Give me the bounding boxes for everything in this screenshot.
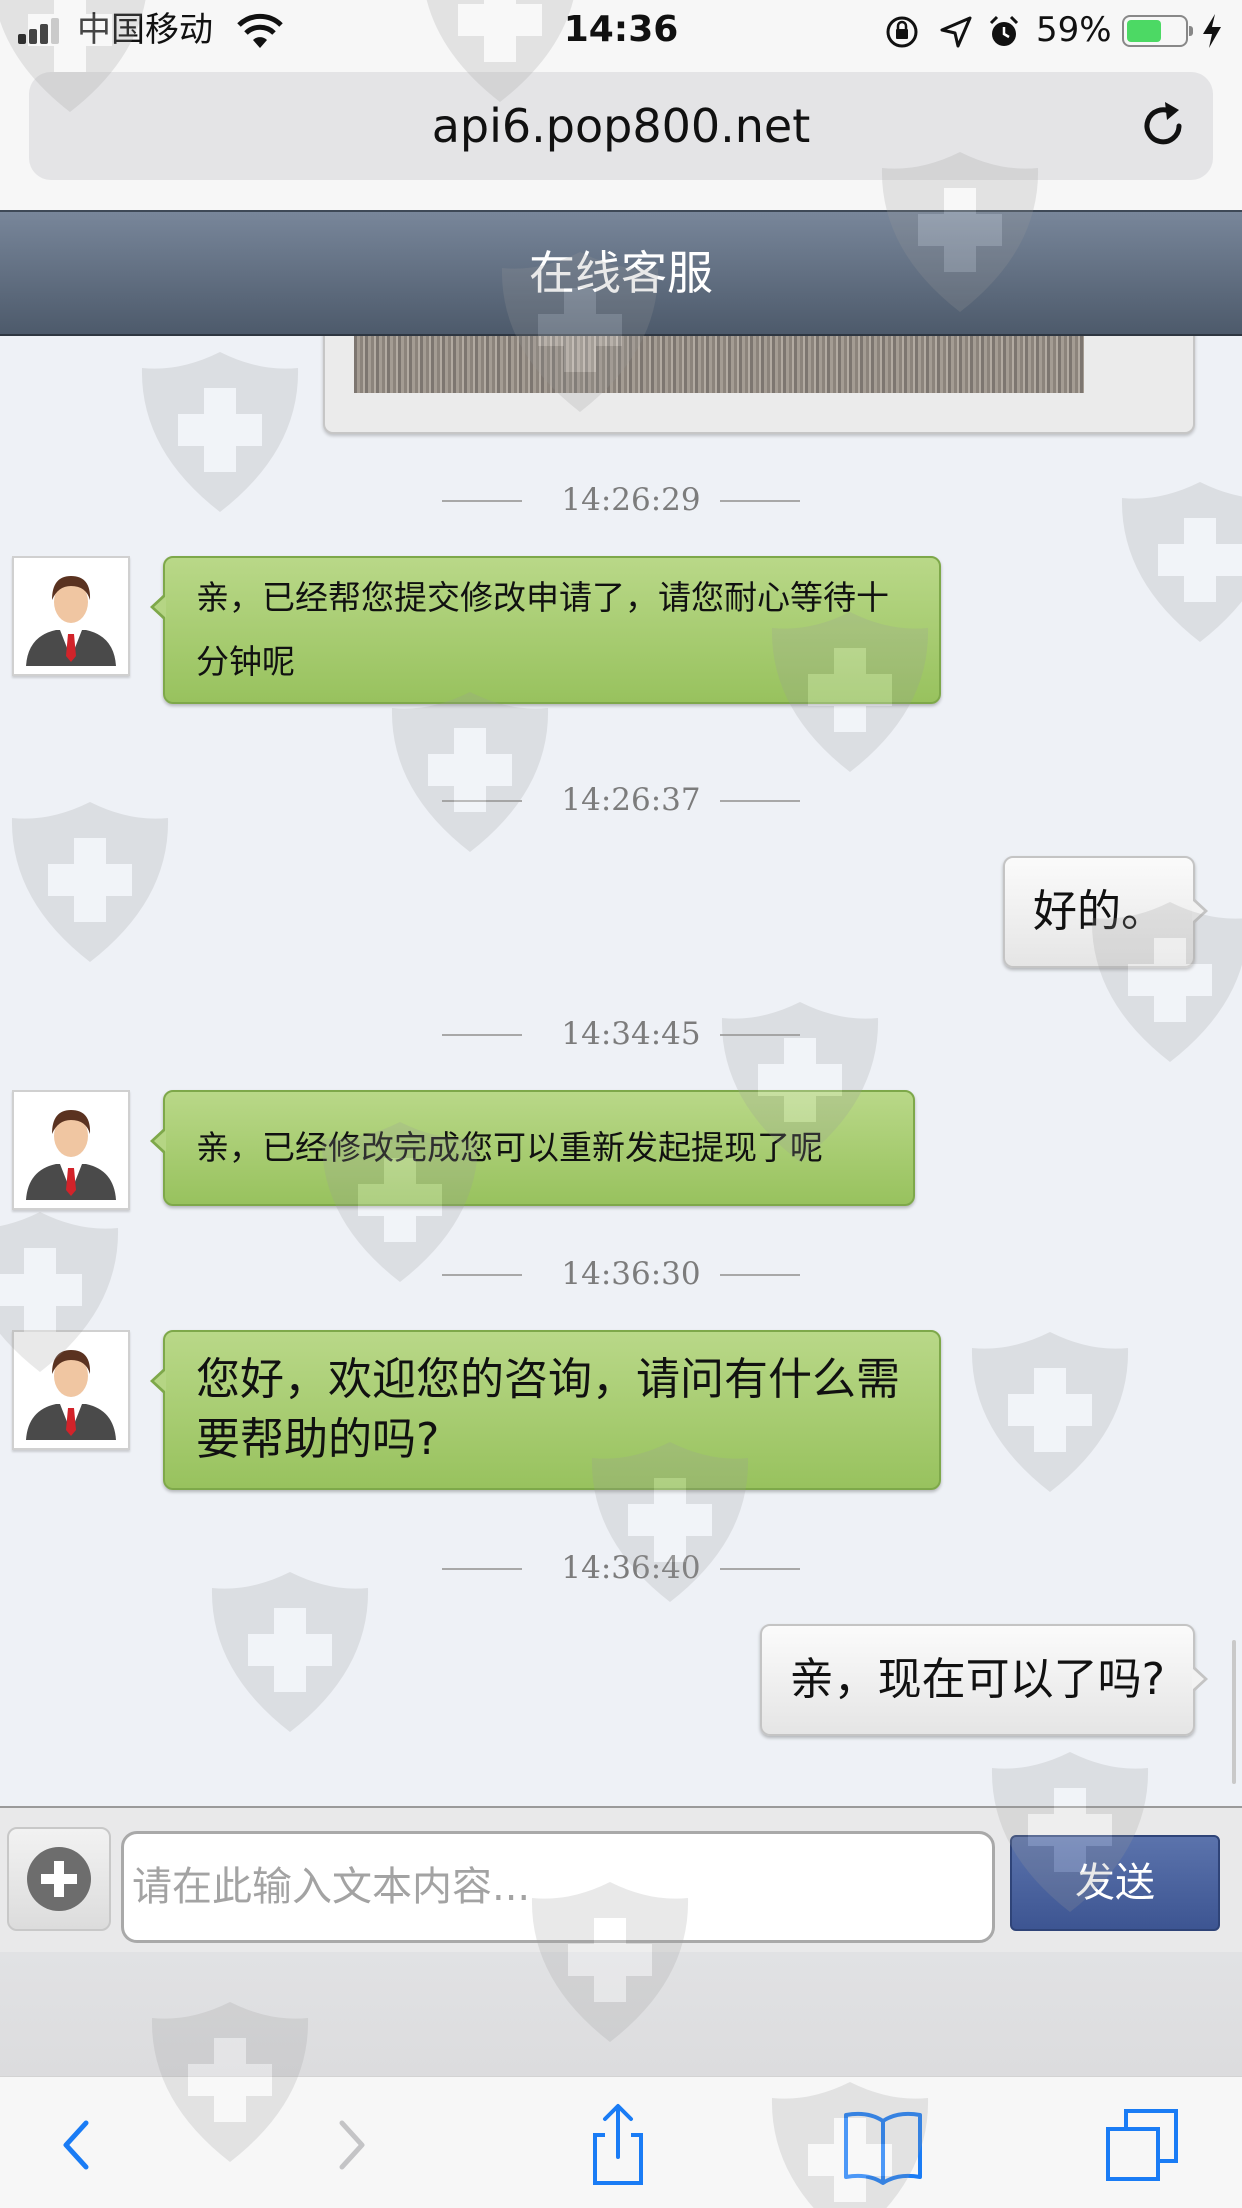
user-message-text: 亲，现在可以了吗?	[789, 1654, 1165, 1705]
browser-address-area: api6.pop800.net	[0, 62, 1242, 210]
tabs-icon	[1106, 2109, 1178, 2181]
agent-avatar-icon	[26, 576, 116, 666]
agent-message-text: 您好，欢迎您的咨询，请问有什么需要帮助的吗?	[196, 1354, 900, 1465]
timestamp-divider: 14:36:30	[0, 1254, 1242, 1294]
chevron-left-icon	[63, 2120, 89, 2170]
agent-message-bubble[interactable]: 您好，欢迎您的咨询，请问有什么需要帮助的吗?	[150, 1330, 941, 1490]
bookmarks-button[interactable]	[838, 2099, 928, 2189]
agent-message-bubble[interactable]: 亲，已经帮您提交修改申请了，请您耐心等待十分钟呢	[150, 556, 941, 704]
back-button[interactable]	[34, 2099, 124, 2189]
agent-message-bubble[interactable]: 亲，已经修改完成您可以重新发起提现了呢	[150, 1090, 915, 1206]
scrollbar[interactable]	[1232, 1640, 1236, 1784]
timestamp-divider: 14:26:29	[0, 480, 1242, 520]
browser-toolbar	[0, 2076, 1242, 2208]
agent-message-text: 亲，已经修改完成您可以重新发起提现了呢	[196, 1128, 823, 1167]
agent-message-text: 亲，已经帮您提交修改申请了，请您耐心等待十分钟呢	[196, 578, 889, 681]
agent-avatar-icon	[26, 1350, 116, 1440]
agent-avatar-icon	[26, 1110, 116, 1200]
location-icon	[940, 16, 972, 48]
battery-icon	[1122, 15, 1193, 47]
timestamp: 14:34:45	[561, 1016, 701, 1052]
send-button[interactable]: 发送	[1010, 1835, 1220, 1931]
message-input-bar: 发送	[0, 1806, 1242, 1952]
status-bar: 中国移动 14:36 59%	[0, 0, 1242, 62]
timestamp-divider: 14:36:40	[0, 1548, 1242, 1588]
page-title: 在线客服	[529, 246, 713, 300]
image-message[interactable]	[323, 336, 1195, 434]
timestamp: 14:26:29	[561, 482, 701, 518]
timestamp: 14:26:37	[561, 782, 701, 818]
agent-avatar	[12, 556, 130, 676]
address-bar[interactable]: api6.pop800.net	[29, 72, 1213, 180]
user-message-text: 好的。	[1033, 886, 1165, 937]
alarm-icon	[989, 15, 1019, 46]
forward-button[interactable]	[308, 2099, 398, 2189]
agent-avatar	[12, 1090, 130, 1210]
page-bottom-area	[0, 1952, 1242, 2076]
image-thumbnail[interactable]	[354, 336, 1084, 393]
reload-icon[interactable]	[1135, 98, 1191, 154]
timestamp-divider: 14:26:37	[0, 780, 1242, 820]
user-message-bubble[interactable]: 好的。	[1003, 856, 1208, 968]
chevron-right-icon	[339, 2120, 365, 2170]
chat-message-list[interactable]: 14:26:29 亲，已经帮您提交修改申请了，请您耐心等待十分钟呢 14:26:…	[0, 336, 1242, 1806]
agent-avatar	[12, 1330, 130, 1450]
timestamp-divider: 14:34:45	[0, 1014, 1242, 1054]
user-message-bubble[interactable]: 亲，现在可以了吗?	[759, 1624, 1209, 1736]
orientation-lock-icon	[886, 16, 918, 48]
share-icon	[593, 2104, 643, 2185]
timestamp: 14:36:40	[561, 1550, 701, 1586]
chat-header: 在线客服	[0, 210, 1242, 336]
attach-button[interactable]	[7, 1827, 111, 1931]
message-input[interactable]	[121, 1831, 995, 1943]
book-icon	[844, 2111, 922, 2185]
timestamp: 14:36:30	[561, 1256, 701, 1292]
battery-percent: 59%	[1036, 10, 1112, 50]
plus-icon	[27, 1847, 91, 1911]
url-text[interactable]: api6.pop800.net	[29, 72, 1213, 180]
tabs-button[interactable]	[1100, 2099, 1190, 2189]
charging-icon	[1203, 14, 1221, 48]
share-button[interactable]	[573, 2099, 663, 2189]
